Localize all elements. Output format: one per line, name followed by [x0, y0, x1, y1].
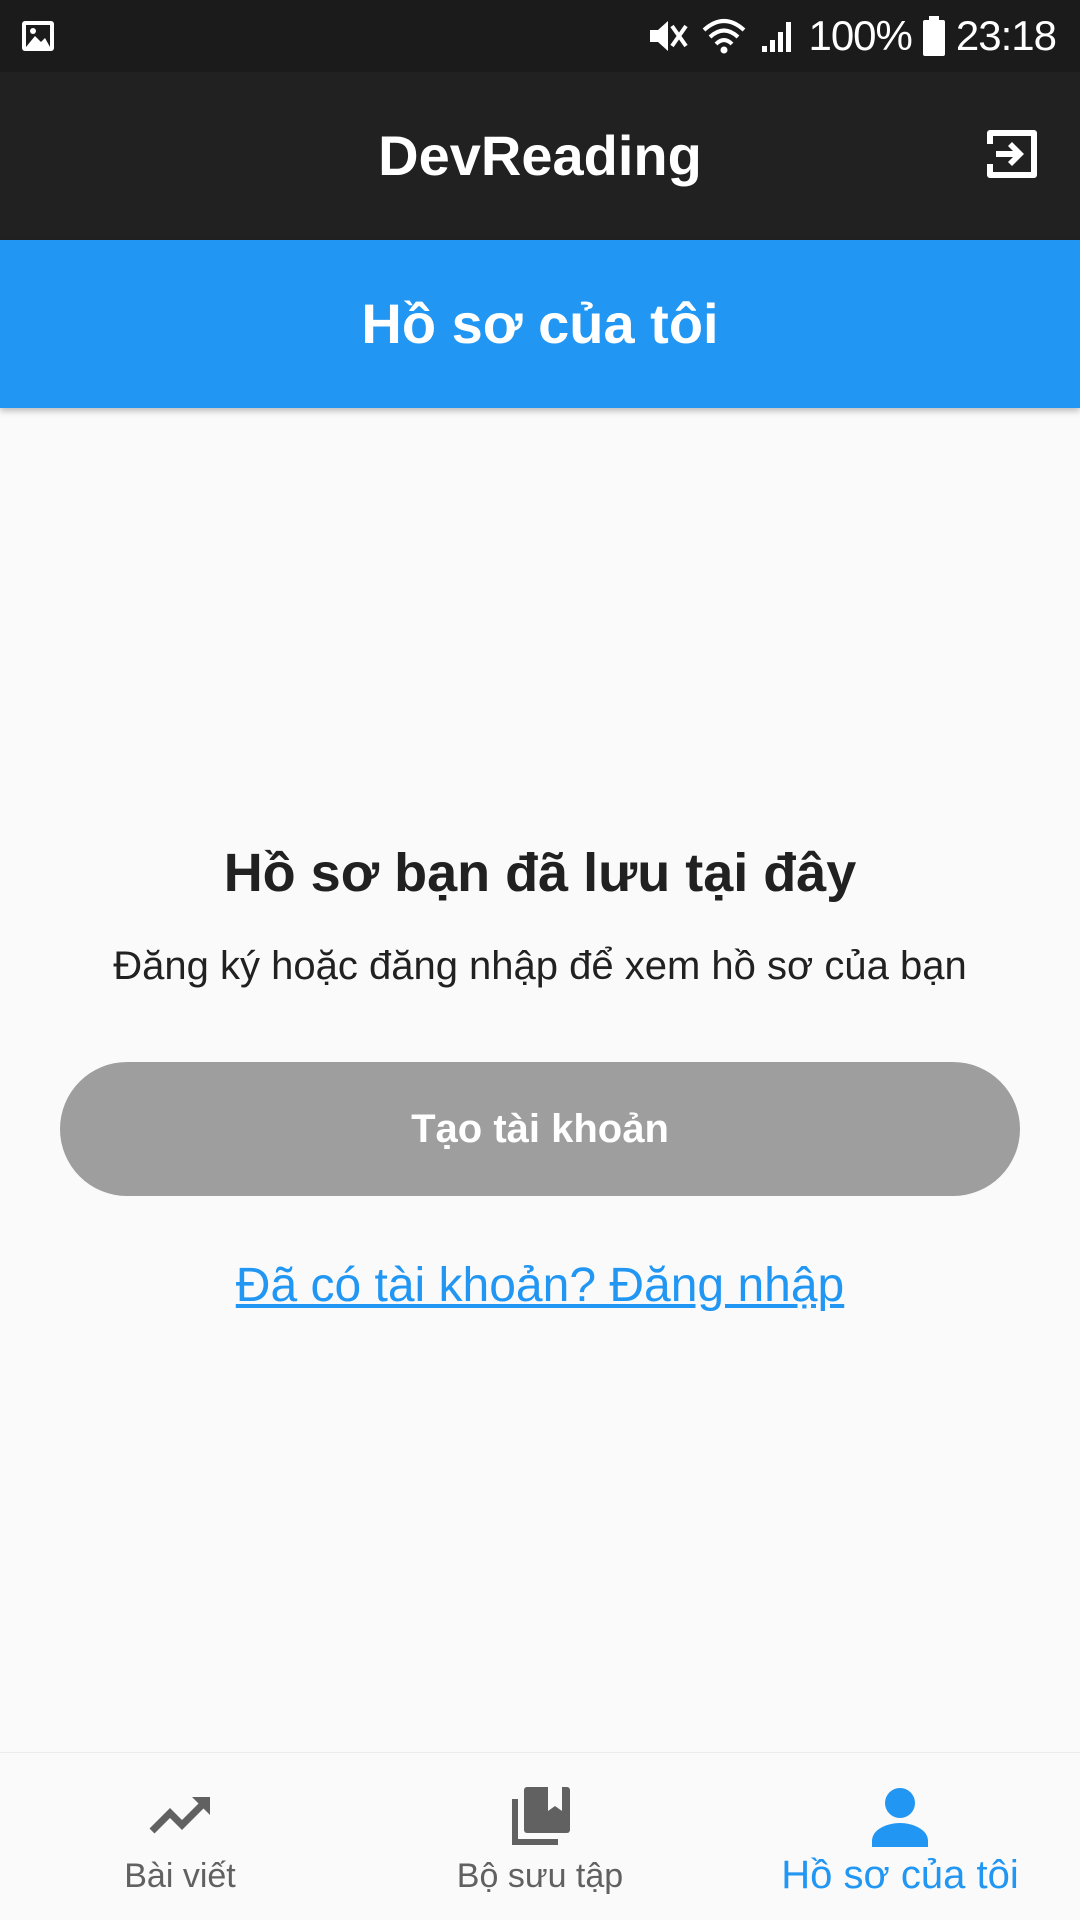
empty-state-subtitle: Đăng ký hoặc đăng nhập để xem hồ sơ của … [113, 944, 967, 988]
empty-state-title: Hồ sơ bạn đã lưu tại đây [223, 843, 857, 903]
nav-item-my-profile[interactable]: Hồ sơ của tôi [720, 1753, 1080, 1920]
app-title: DevReading [378, 124, 702, 187]
wifi-icon [700, 16, 748, 56]
battery-percentage: 100% [808, 12, 912, 59]
login-link[interactable]: Đã có tài khoản? Đăng nhập [0, 1258, 1080, 1313]
status-bar: 100% 23:18 [0, 0, 1080, 72]
section-header: Hồ sơ của tôi [0, 240, 1080, 408]
battery-icon [922, 15, 946, 57]
screen: 100% 23:18 DevReading Hồ sơ của tôi Hồ s… [0, 0, 1080, 1920]
nav-label-my-profile: Hồ sơ của tôi [781, 1853, 1019, 1897]
person-icon [864, 1781, 936, 1853]
mute-icon [646, 16, 690, 56]
app-bar: DevReading [0, 72, 1080, 240]
nav-label-articles: Bài viết [124, 1857, 236, 1895]
trending-up-icon [144, 1781, 216, 1853]
create-account-button[interactable]: Tạo tài khoản [60, 1062, 1020, 1196]
nav-item-articles[interactable]: Bài viết [0, 1753, 360, 1920]
exit-button[interactable] [974, 118, 1050, 194]
nav-item-collections[interactable]: Bộ sưu tập [360, 1753, 720, 1920]
section-title: Hồ sơ của tôi [361, 292, 719, 355]
collections-icon [504, 1781, 576, 1853]
signal-icon [758, 16, 798, 56]
nav-label-collections: Bộ sưu tập [456, 1857, 624, 1895]
status-icons: 100% 23:18 [646, 0, 1057, 72]
bottom-navigation: Bài viết Bộ sưu tập Hồ sơ của tôi [0, 1752, 1080, 1920]
image-icon [20, 18, 56, 54]
exit-icon [982, 124, 1042, 189]
clock: 23:18 [955, 12, 1057, 59]
